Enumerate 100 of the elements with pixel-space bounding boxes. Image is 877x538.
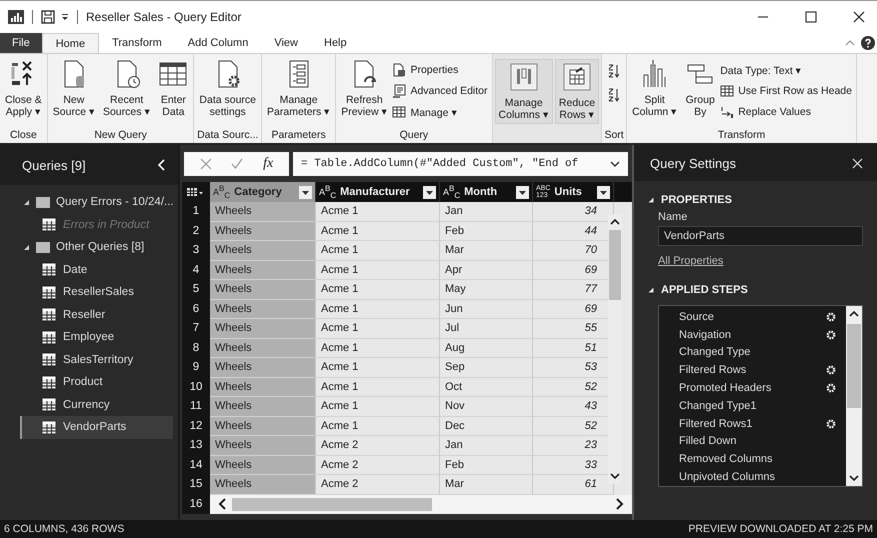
expand-icon[interactable] — [648, 287, 654, 293]
filter-dropdown-icon[interactable] — [597, 186, 610, 198]
ribbon-tab[interactable]: Add Column — [174, 33, 262, 53]
gear-icon[interactable] — [826, 365, 836, 376]
horizontal-scrollbar[interactable] — [210, 494, 632, 514]
sort-descending-icon[interactable] — [607, 87, 622, 103]
scroll-down-icon[interactable] — [849, 474, 859, 482]
vertical-scrollbar[interactable] — [846, 306, 862, 486]
filter-dropdown-icon[interactable] — [423, 186, 436, 198]
ribbon-button[interactable]: Enter Data — [155, 59, 192, 120]
ribbon-button[interactable]: Split Column ▾ — [629, 59, 680, 120]
applied-step[interactable]: Removed Columns — [679, 453, 773, 466]
ribbon-button[interactable]: Data source settings — [196, 59, 260, 120]
function-label[interactable]: fx — [263, 156, 274, 172]
scroll-down-icon[interactable] — [610, 472, 620, 480]
ribbon-button[interactable]: Reduce Rows ▾ — [554, 59, 600, 124]
ribbon-button[interactable]: Close & Apply ▾ — [2, 59, 45, 120]
help-icon[interactable] — [861, 36, 875, 50]
sort-ascending-icon[interactable] — [607, 63, 622, 79]
query-item[interactable]: Reseller — [20, 304, 173, 326]
chart-icon[interactable] — [8, 10, 24, 24]
column-header[interactable]: A$^{B}$$_{C}$ Category — [210, 182, 316, 202]
ribbon-tab[interactable]: Transform — [99, 33, 175, 53]
columns-icon — [508, 62, 539, 92]
row-number: 10 — [182, 378, 210, 397]
ribbon-tab[interactable]: Help — [311, 33, 360, 53]
ribbon-button[interactable]: Properties — [392, 61, 488, 79]
table-cell: Acme 1 — [316, 280, 440, 300]
ribbon-button[interactable]: Use First Row as Heade — [720, 82, 852, 100]
applied-step[interactable]: Promoted Headers — [679, 382, 772, 394]
table-cell: Nov — [440, 397, 533, 416]
maximize-icon[interactable] — [805, 11, 817, 23]
row-number: 12 — [182, 416, 210, 436]
table-cell: Acme 1 — [316, 222, 440, 241]
gear-icon[interactable] — [826, 418, 836, 429]
query-item[interactable]: Employee — [20, 326, 173, 348]
ribbon-button[interactable]: Data Type: Text ▾ — [720, 61, 852, 79]
applied-step[interactable]: Filtered Rows — [679, 364, 746, 376]
table-menu-icon[interactable] — [187, 186, 203, 196]
query-item[interactable]: Date — [20, 258, 173, 281]
table-cell: 61 — [533, 475, 614, 494]
expand-icon[interactable] — [23, 244, 30, 251]
rows-icon — [562, 62, 592, 92]
name-field[interactable]: VendorParts — [658, 226, 863, 246]
expand-icon[interactable] — [23, 198, 30, 206]
ribbon-button[interactable]: New Source ▾ — [50, 59, 98, 120]
table-cell: Acme 1 — [316, 416, 440, 436]
all-properties-link[interactable]: All Properties — [658, 255, 724, 267]
cancel-icon[interactable] — [200, 158, 212, 170]
scroll-up-icon[interactable] — [610, 218, 620, 226]
ribbon-button[interactable]: Manage ▾ — [392, 103, 488, 121]
group-label: Close — [8, 128, 38, 143]
scrollbar-thumb[interactable] — [609, 230, 621, 300]
vertical-scrollbar[interactable] — [608, 214, 622, 484]
ribbon-button[interactable]: Manage Columns ▾ — [494, 59, 553, 124]
close-icon[interactable] — [853, 11, 865, 23]
applied-step[interactable]: Filtered Rows1 — [679, 418, 752, 430]
query-item[interactable]: Currency — [20, 394, 173, 416]
scrollbar-thumb[interactable] — [232, 498, 432, 511]
folder-label[interactable]: Query Errors - 10/24/... — [56, 196, 174, 208]
applied-step[interactable]: Source — [679, 310, 714, 323]
applied-step[interactable]: Filled Down — [679, 435, 736, 448]
scroll-right-icon[interactable] — [614, 498, 624, 510]
section-heading: APPLIED STEPS — [661, 284, 748, 296]
expand-icon[interactable] — [648, 197, 654, 203]
check-icon[interactable] — [231, 158, 244, 170]
scroll-left-icon[interactable] — [218, 498, 228, 510]
applied-step[interactable]: Unpivoted Columns — [679, 471, 775, 484]
gear-icon[interactable] — [826, 383, 836, 394]
dropdown-icon[interactable] — [61, 13, 69, 21]
formula-field[interactable]: = Table.AddColumn(#"Added Custom", "End of — [293, 152, 628, 176]
folder-label[interactable]: Other Queries [8] — [56, 241, 144, 254]
table-icon — [42, 330, 56, 344]
ribbon-button[interactable]: Group By — [682, 59, 718, 120]
save-icon[interactable] — [41, 10, 55, 24]
ribbon-button[interactable]: Recent Sources ▾ — [100, 59, 154, 120]
ribbon-button[interactable]: Advanced Editor — [392, 82, 488, 100]
table-icon — [42, 286, 56, 299]
gear-icon[interactable] — [826, 312, 836, 322]
ribbon-button[interactable]: Manage Parameters ▾ — [264, 59, 334, 120]
ribbon-tab[interactable]: Home — [42, 33, 100, 53]
chevron-down-icon[interactable] — [610, 160, 620, 168]
query-item[interactable]: VendorParts — [20, 416, 173, 438]
applied-step[interactable]: Changed Type — [679, 346, 750, 358]
query-item[interactable]: Product — [20, 371, 173, 394]
applied-step[interactable]: Navigation — [679, 328, 731, 341]
ribbon-tab[interactable]: View — [261, 33, 311, 53]
scroll-up-icon[interactable] — [849, 310, 859, 318]
filter-dropdown-icon[interactable] — [516, 186, 529, 198]
applied-step[interactable]: Changed Type1 — [679, 400, 756, 412]
query-item[interactable]: SalesTerritory — [20, 348, 173, 371]
status-text: PREVIEW DOWNLOADED AT 2:25 PM — [688, 523, 873, 535]
ribbon-button[interactable]: Replace Values — [720, 103, 852, 121]
filter-dropdown-icon[interactable] — [299, 186, 312, 198]
gear-icon[interactable] — [826, 330, 836, 340]
file-menu[interactable]: File — [0, 33, 42, 53]
scrollbar-thumb[interactable] — [847, 324, 861, 408]
ribbon-button[interactable]: Refresh Preview ▾ — [338, 59, 390, 120]
query-item[interactable]: ResellerSales — [20, 281, 173, 304]
table-cell: Wheels — [210, 475, 316, 494]
